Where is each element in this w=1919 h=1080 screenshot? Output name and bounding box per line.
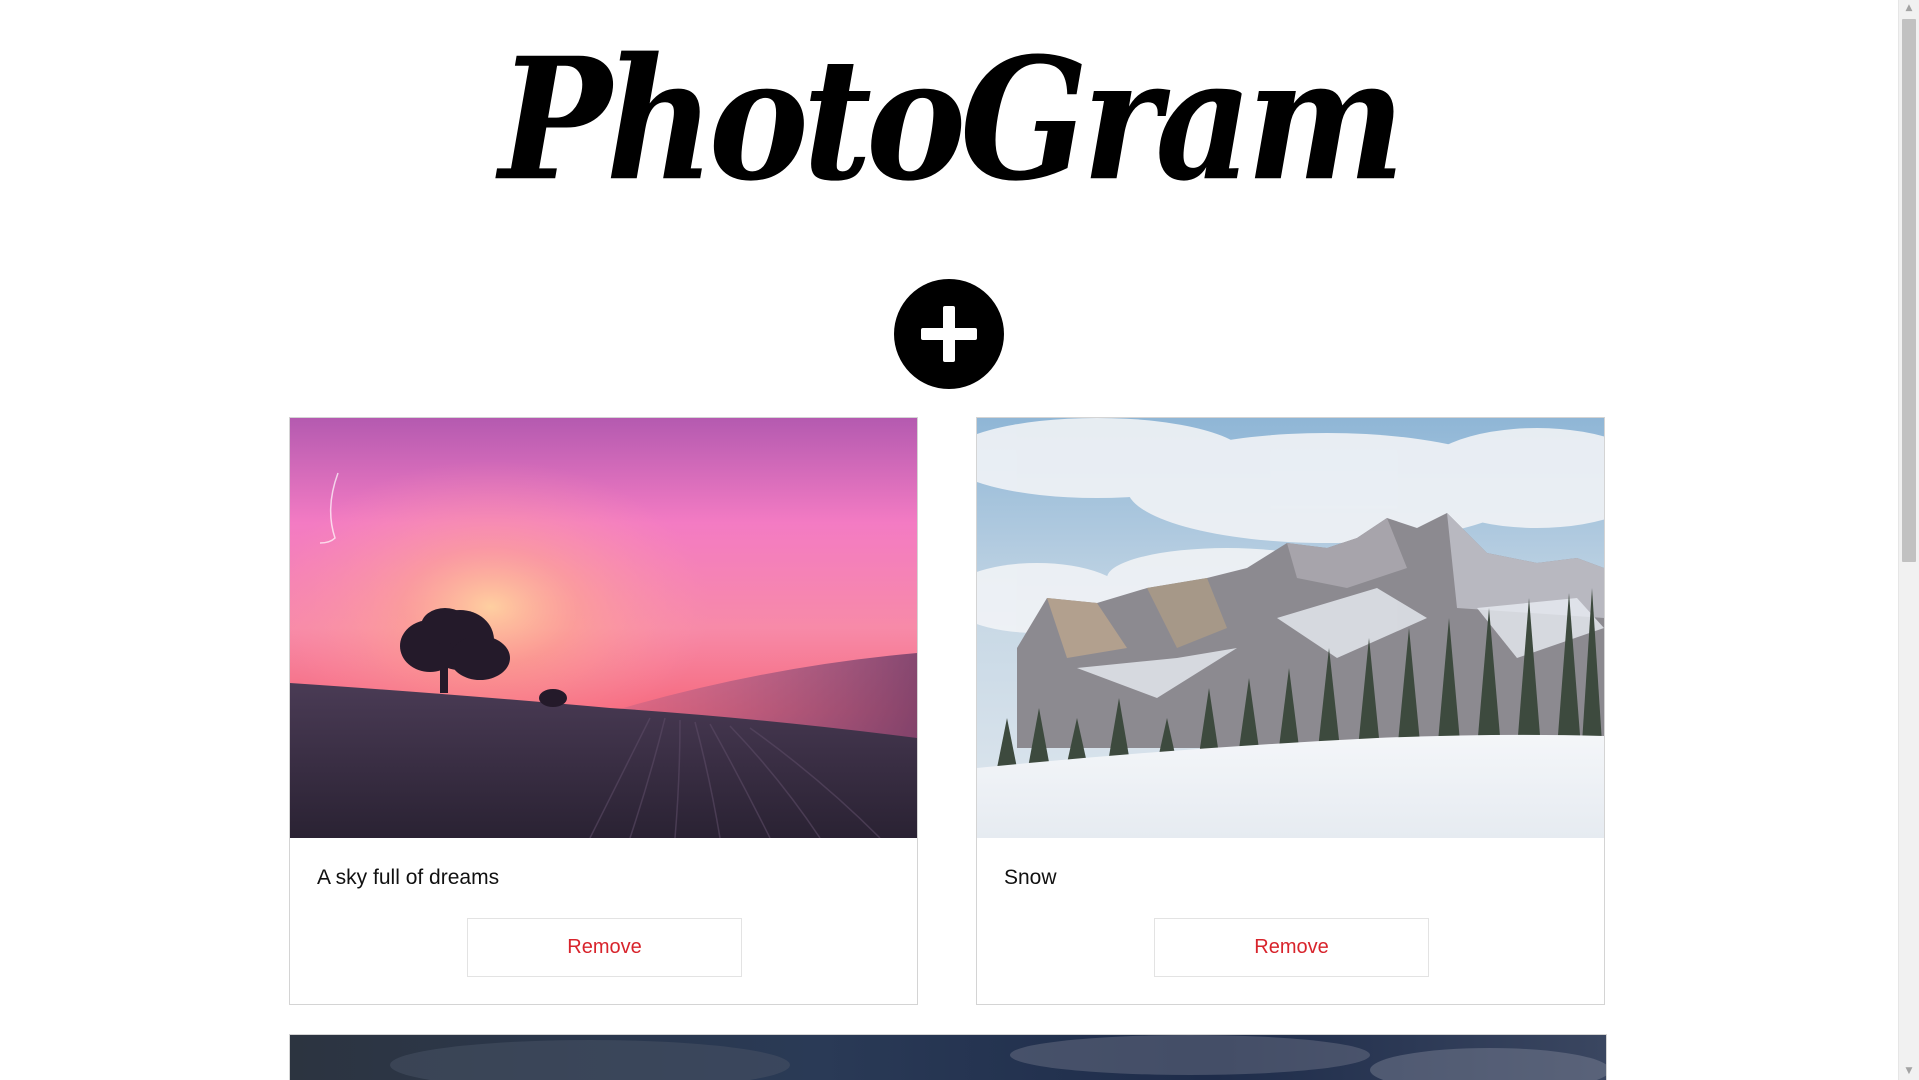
- snow-mountain-photo: [977, 418, 1604, 838]
- photo-caption: Snow: [1004, 866, 1057, 889]
- sunset-photo: [290, 418, 917, 838]
- page: PhotoGram A sky full of dreams Remove Sn…: [0, 0, 1898, 1080]
- browser-viewport: PhotoGram A sky full of dreams Remove Sn…: [0, 0, 1919, 1080]
- remove-button[interactable]: Remove: [1154, 918, 1429, 977]
- app-logo: PhotoGram: [498, 21, 1405, 219]
- photo-card: [289, 1034, 1607, 1080]
- photo-caption: A sky full of dreams: [317, 866, 500, 889]
- plus-icon-bar: [921, 328, 977, 340]
- remove-button[interactable]: Remove: [467, 918, 742, 977]
- photo-card: Snow Remove: [976, 417, 1605, 1005]
- vertical-scrollbar[interactable]: ▲ ▼: [1898, 0, 1919, 1080]
- photo-card: A sky full of dreams Remove: [289, 417, 918, 1005]
- photo-image: [290, 418, 917, 838]
- scroll-thumb[interactable]: [1902, 19, 1916, 562]
- scroll-up-arrow-icon[interactable]: ▲: [1899, 0, 1919, 17]
- add-photo-button[interactable]: [894, 279, 1004, 389]
- photo-image: [977, 418, 1604, 838]
- scroll-down-arrow-icon[interactable]: ▼: [1899, 1063, 1919, 1080]
- cloudy-sky-photo: [290, 1035, 1606, 1080]
